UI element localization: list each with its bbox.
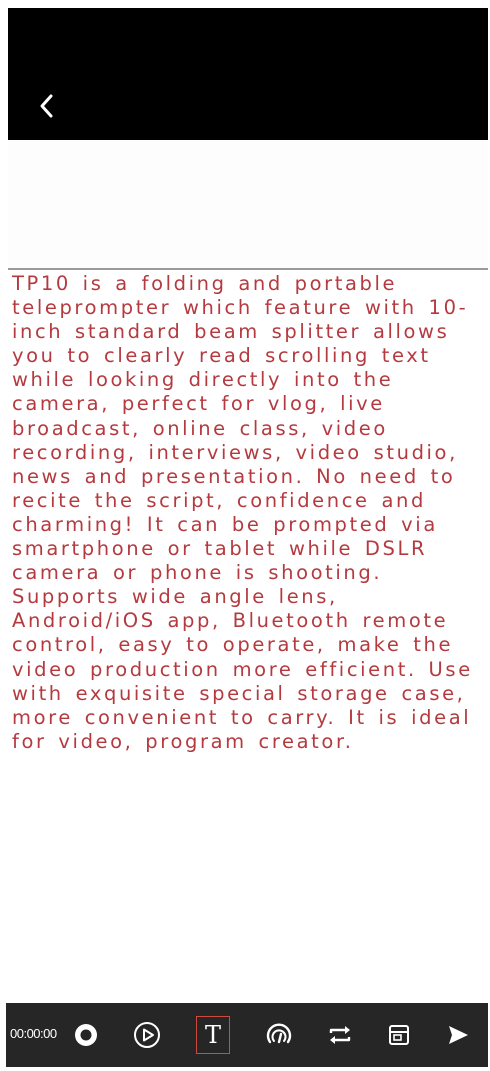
- send-button[interactable]: [438, 1015, 478, 1055]
- record-timer: 00:00:00: [10, 1026, 57, 1041]
- loop-button[interactable]: [320, 1015, 360, 1055]
- text-icon: T: [204, 1021, 221, 1049]
- send-icon: [449, 1026, 468, 1044]
- top-bar: [8, 8, 488, 140]
- preview-area: [8, 140, 488, 268]
- mirror-button[interactable]: [379, 1015, 419, 1055]
- chevron-left-icon: [40, 94, 53, 118]
- record-icon: [75, 1024, 97, 1046]
- back-button[interactable]: [30, 86, 64, 126]
- mirror-icon: [389, 1025, 409, 1045]
- record-button[interactable]: [66, 1015, 106, 1055]
- text-settings-button[interactable]: T: [196, 1016, 230, 1054]
- bottom-toolbar: 00:00:00 T: [6, 1003, 488, 1067]
- play-icon: [134, 1022, 160, 1048]
- speed-gauge-icon: [266, 1023, 292, 1044]
- prompter-script-text: TP10 is a folding and portable telepromp…: [12, 272, 473, 753]
- play-button[interactable]: [127, 1015, 167, 1055]
- reading-line-divider: [8, 268, 488, 270]
- speed-button[interactable]: [259, 1015, 299, 1055]
- loop-icon: [329, 1026, 351, 1044]
